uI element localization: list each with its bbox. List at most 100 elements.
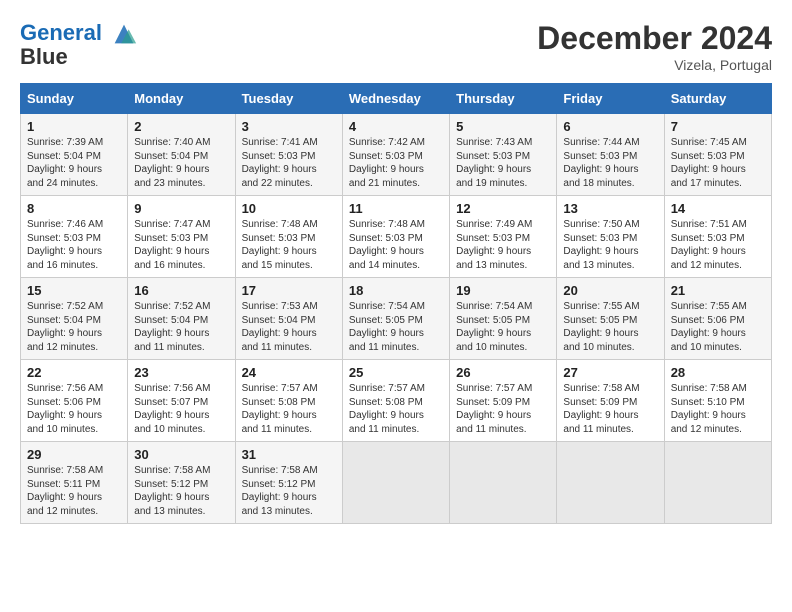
day-cell: 10 Sunrise: 7:48 AMSunset: 5:03 PMDaylig… (235, 196, 342, 278)
day-number: 12 (456, 201, 550, 216)
day-number: 26 (456, 365, 550, 380)
day-cell: 23 Sunrise: 7:56 AMSunset: 5:07 PMDaylig… (128, 360, 235, 442)
day-cell: 17 Sunrise: 7:53 AMSunset: 5:04 PMDaylig… (235, 278, 342, 360)
day-cell: 18 Sunrise: 7:54 AMSunset: 5:05 PMDaylig… (342, 278, 449, 360)
day-number: 18 (349, 283, 443, 298)
day-info: Sunrise: 7:58 AMSunset: 5:12 PMDaylight:… (242, 464, 336, 518)
day-number: 11 (349, 201, 443, 216)
day-cell: 1 Sunrise: 7:39 AMSunset: 5:04 PMDayligh… (21, 114, 128, 196)
day-number: 23 (134, 365, 228, 380)
day-number: 29 (27, 447, 121, 462)
day-info: Sunrise: 7:52 AMSunset: 5:04 PMDaylight:… (134, 300, 228, 354)
day-number: 30 (134, 447, 228, 462)
day-number: 9 (134, 201, 228, 216)
day-number: 4 (349, 119, 443, 134)
day-number: 16 (134, 283, 228, 298)
day-cell (342, 442, 449, 524)
day-cell: 29 Sunrise: 7:58 AMSunset: 5:11 PMDaylig… (21, 442, 128, 524)
day-info: Sunrise: 7:55 AMSunset: 5:05 PMDaylight:… (563, 300, 657, 354)
calendar-body: 1 Sunrise: 7:39 AMSunset: 5:04 PMDayligh… (21, 114, 772, 524)
day-cell: 3 Sunrise: 7:41 AMSunset: 5:03 PMDayligh… (235, 114, 342, 196)
day-info: Sunrise: 7:57 AMSunset: 5:09 PMDaylight:… (456, 382, 550, 436)
weekday-thursday: Thursday (450, 84, 557, 114)
day-number: 14 (671, 201, 765, 216)
day-cell: 4 Sunrise: 7:42 AMSunset: 5:03 PMDayligh… (342, 114, 449, 196)
day-info: Sunrise: 7:47 AMSunset: 5:03 PMDaylight:… (134, 218, 228, 272)
day-number: 25 (349, 365, 443, 380)
day-cell: 13 Sunrise: 7:50 AMSunset: 5:03 PMDaylig… (557, 196, 664, 278)
day-cell (664, 442, 771, 524)
day-cell (557, 442, 664, 524)
day-info: Sunrise: 7:44 AMSunset: 5:03 PMDaylight:… (563, 136, 657, 190)
day-number: 2 (134, 119, 228, 134)
day-info: Sunrise: 7:54 AMSunset: 5:05 PMDaylight:… (349, 300, 443, 354)
day-cell: 7 Sunrise: 7:45 AMSunset: 5:03 PMDayligh… (664, 114, 771, 196)
day-info: Sunrise: 7:43 AMSunset: 5:03 PMDaylight:… (456, 136, 550, 190)
day-info: Sunrise: 7:53 AMSunset: 5:04 PMDaylight:… (242, 300, 336, 354)
day-number: 13 (563, 201, 657, 216)
day-info: Sunrise: 7:56 AMSunset: 5:07 PMDaylight:… (134, 382, 228, 436)
day-number: 7 (671, 119, 765, 134)
day-cell: 8 Sunrise: 7:46 AMSunset: 5:03 PMDayligh… (21, 196, 128, 278)
weekday-monday: Monday (128, 84, 235, 114)
day-number: 28 (671, 365, 765, 380)
day-info: Sunrise: 7:45 AMSunset: 5:03 PMDaylight:… (671, 136, 765, 190)
day-cell: 14 Sunrise: 7:51 AMSunset: 5:03 PMDaylig… (664, 196, 771, 278)
title-section: December 2024 Vizela, Portugal (537, 20, 772, 73)
page-header: General Blue December 2024 Vizela, Portu… (20, 20, 772, 73)
day-cell: 5 Sunrise: 7:43 AMSunset: 5:03 PMDayligh… (450, 114, 557, 196)
day-cell: 15 Sunrise: 7:52 AMSunset: 5:04 PMDaylig… (21, 278, 128, 360)
day-cell: 12 Sunrise: 7:49 AMSunset: 5:03 PMDaylig… (450, 196, 557, 278)
day-info: Sunrise: 7:54 AMSunset: 5:05 PMDaylight:… (456, 300, 550, 354)
day-number: 1 (27, 119, 121, 134)
day-number: 6 (563, 119, 657, 134)
week-row-3: 15 Sunrise: 7:52 AMSunset: 5:04 PMDaylig… (21, 278, 772, 360)
day-cell: 19 Sunrise: 7:54 AMSunset: 5:05 PMDaylig… (450, 278, 557, 360)
day-number: 22 (27, 365, 121, 380)
calendar-table: SundayMondayTuesdayWednesdayThursdayFrid… (20, 83, 772, 524)
week-row-2: 8 Sunrise: 7:46 AMSunset: 5:03 PMDayligh… (21, 196, 772, 278)
week-row-5: 29 Sunrise: 7:58 AMSunset: 5:11 PMDaylig… (21, 442, 772, 524)
logo-icon (110, 20, 138, 48)
day-info: Sunrise: 7:48 AMSunset: 5:03 PMDaylight:… (349, 218, 443, 272)
day-number: 3 (242, 119, 336, 134)
day-info: Sunrise: 7:42 AMSunset: 5:03 PMDaylight:… (349, 136, 443, 190)
day-info: Sunrise: 7:55 AMSunset: 5:06 PMDaylight:… (671, 300, 765, 354)
day-cell: 2 Sunrise: 7:40 AMSunset: 5:04 PMDayligh… (128, 114, 235, 196)
day-cell: 26 Sunrise: 7:57 AMSunset: 5:09 PMDaylig… (450, 360, 557, 442)
day-cell: 27 Sunrise: 7:58 AMSunset: 5:09 PMDaylig… (557, 360, 664, 442)
day-info: Sunrise: 7:50 AMSunset: 5:03 PMDaylight:… (563, 218, 657, 272)
day-cell: 31 Sunrise: 7:58 AMSunset: 5:12 PMDaylig… (235, 442, 342, 524)
day-number: 31 (242, 447, 336, 462)
day-number: 10 (242, 201, 336, 216)
weekday-tuesday: Tuesday (235, 84, 342, 114)
weekday-sunday: Sunday (21, 84, 128, 114)
day-info: Sunrise: 7:48 AMSunset: 5:03 PMDaylight:… (242, 218, 336, 272)
day-info: Sunrise: 7:58 AMSunset: 5:09 PMDaylight:… (563, 382, 657, 436)
day-info: Sunrise: 7:58 AMSunset: 5:11 PMDaylight:… (27, 464, 121, 518)
month-title: December 2024 (537, 20, 772, 57)
day-info: Sunrise: 7:57 AMSunset: 5:08 PMDaylight:… (242, 382, 336, 436)
day-number: 19 (456, 283, 550, 298)
location: Vizela, Portugal (537, 57, 772, 73)
week-row-1: 1 Sunrise: 7:39 AMSunset: 5:04 PMDayligh… (21, 114, 772, 196)
day-cell (450, 442, 557, 524)
weekday-header-row: SundayMondayTuesdayWednesdayThursdayFrid… (21, 84, 772, 114)
day-number: 20 (563, 283, 657, 298)
day-number: 27 (563, 365, 657, 380)
weekday-friday: Friday (557, 84, 664, 114)
day-info: Sunrise: 7:40 AMSunset: 5:04 PMDaylight:… (134, 136, 228, 190)
day-info: Sunrise: 7:52 AMSunset: 5:04 PMDaylight:… (27, 300, 121, 354)
week-row-4: 22 Sunrise: 7:56 AMSunset: 5:06 PMDaylig… (21, 360, 772, 442)
day-info: Sunrise: 7:57 AMSunset: 5:08 PMDaylight:… (349, 382, 443, 436)
weekday-wednesday: Wednesday (342, 84, 449, 114)
day-cell: 11 Sunrise: 7:48 AMSunset: 5:03 PMDaylig… (342, 196, 449, 278)
day-cell: 24 Sunrise: 7:57 AMSunset: 5:08 PMDaylig… (235, 360, 342, 442)
day-info: Sunrise: 7:58 AMSunset: 5:12 PMDaylight:… (134, 464, 228, 518)
day-cell: 16 Sunrise: 7:52 AMSunset: 5:04 PMDaylig… (128, 278, 235, 360)
day-number: 24 (242, 365, 336, 380)
day-number: 21 (671, 283, 765, 298)
day-cell: 22 Sunrise: 7:56 AMSunset: 5:06 PMDaylig… (21, 360, 128, 442)
day-cell: 9 Sunrise: 7:47 AMSunset: 5:03 PMDayligh… (128, 196, 235, 278)
day-info: Sunrise: 7:49 AMSunset: 5:03 PMDaylight:… (456, 218, 550, 272)
